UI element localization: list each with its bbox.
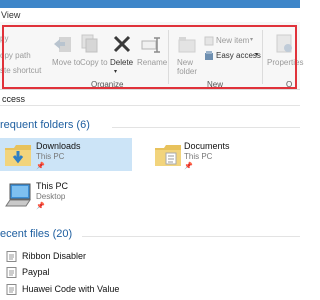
rename-icon: [141, 37, 160, 53]
organize-group-label: Organize: [91, 80, 124, 89]
document-icon: [6, 267, 17, 278]
recent-file-row[interactable]: Huawei Code with Value: [0, 283, 300, 296]
move-to-icon: [54, 37, 71, 52]
document-icon: [6, 284, 17, 295]
delete-label: Delete: [110, 58, 134, 67]
recent-file-row[interactable]: Ribbon Disabler: [0, 250, 300, 263]
pin-icon: 📌: [36, 203, 45, 210]
new-folder-label: New folder: [177, 58, 198, 76]
properties-icon: [276, 34, 292, 53]
properties-label: Properties: [267, 58, 304, 67]
copy-to-icon: [81, 34, 98, 53]
folder-location: This PC: [184, 152, 213, 161]
folder-location: This PC: [36, 152, 65, 161]
tab-view[interactable]: View: [1, 10, 20, 20]
folder-name: Documents: [184, 141, 230, 151]
folder-tile-documents[interactable]: Documents This PC 📌: [150, 138, 290, 171]
rename-label: Rename: [137, 58, 168, 67]
copy-to-label: Copy to: [80, 58, 108, 67]
address-text: ccess: [2, 94, 26, 104]
pin-icon: 📌: [36, 163, 45, 170]
copy-path-button[interactable]: opy path: [0, 51, 31, 60]
address-bar[interactable]: ccess: [0, 92, 300, 106]
ribbon-tab-row: View: [0, 8, 300, 22]
recent-file-name: Paypal: [22, 267, 50, 277]
folder-tile-this-pc[interactable]: This PC Desktop 📌: [0, 178, 132, 211]
pin-icon: 📌: [184, 163, 193, 170]
title-bar: [0, 0, 300, 8]
delete-dropdown-icon[interactable]: ▾: [114, 68, 117, 75]
recent-file-name: Huawei Code with Value: [22, 284, 120, 294]
folder-tile-downloads[interactable]: Downloads This PC 📌: [0, 138, 132, 171]
new-folder-icon: [178, 37, 196, 53]
group-separator: [262, 30, 263, 84]
delete-icon: [113, 35, 131, 53]
folder-name: This PC: [36, 181, 69, 191]
ribbon: py opy path ste shortcut Move to Copy to…: [0, 22, 304, 90]
folder-name: Downloads: [36, 141, 81, 151]
new-item-dropdown-icon: ▾: [250, 37, 254, 43]
new-group-label: New: [207, 80, 224, 89]
group-separator: [168, 30, 169, 84]
paste-shortcut-button[interactable]: ste shortcut: [0, 66, 41, 75]
section-divider: [112, 127, 300, 128]
frequent-folders-heading[interactable]: requent folders (6): [0, 119, 90, 131]
folder-location: Desktop: [36, 192, 66, 201]
document-icon: [6, 251, 17, 262]
documents-folder-icon: [155, 145, 181, 166]
computer-icon: [5, 183, 31, 207]
section-divider: [82, 236, 300, 237]
new-item-icon: [204, 36, 214, 46]
ribbon-copy-item[interactable]: py: [0, 34, 8, 43]
easy-access-icon: [205, 51, 213, 60]
open-group-label: O: [286, 80, 293, 89]
recent-file-row[interactable]: Paypal: [0, 266, 300, 279]
recent-file-name: Ribbon Disabler: [22, 251, 87, 261]
easy-access-dropdown-icon: ▾: [255, 52, 259, 58]
move-to-label: Move to: [52, 58, 81, 67]
new-item-label: New item: [216, 36, 250, 45]
recent-files-heading[interactable]: ecent files (20): [0, 228, 72, 240]
downloads-folder-icon: [5, 145, 31, 166]
